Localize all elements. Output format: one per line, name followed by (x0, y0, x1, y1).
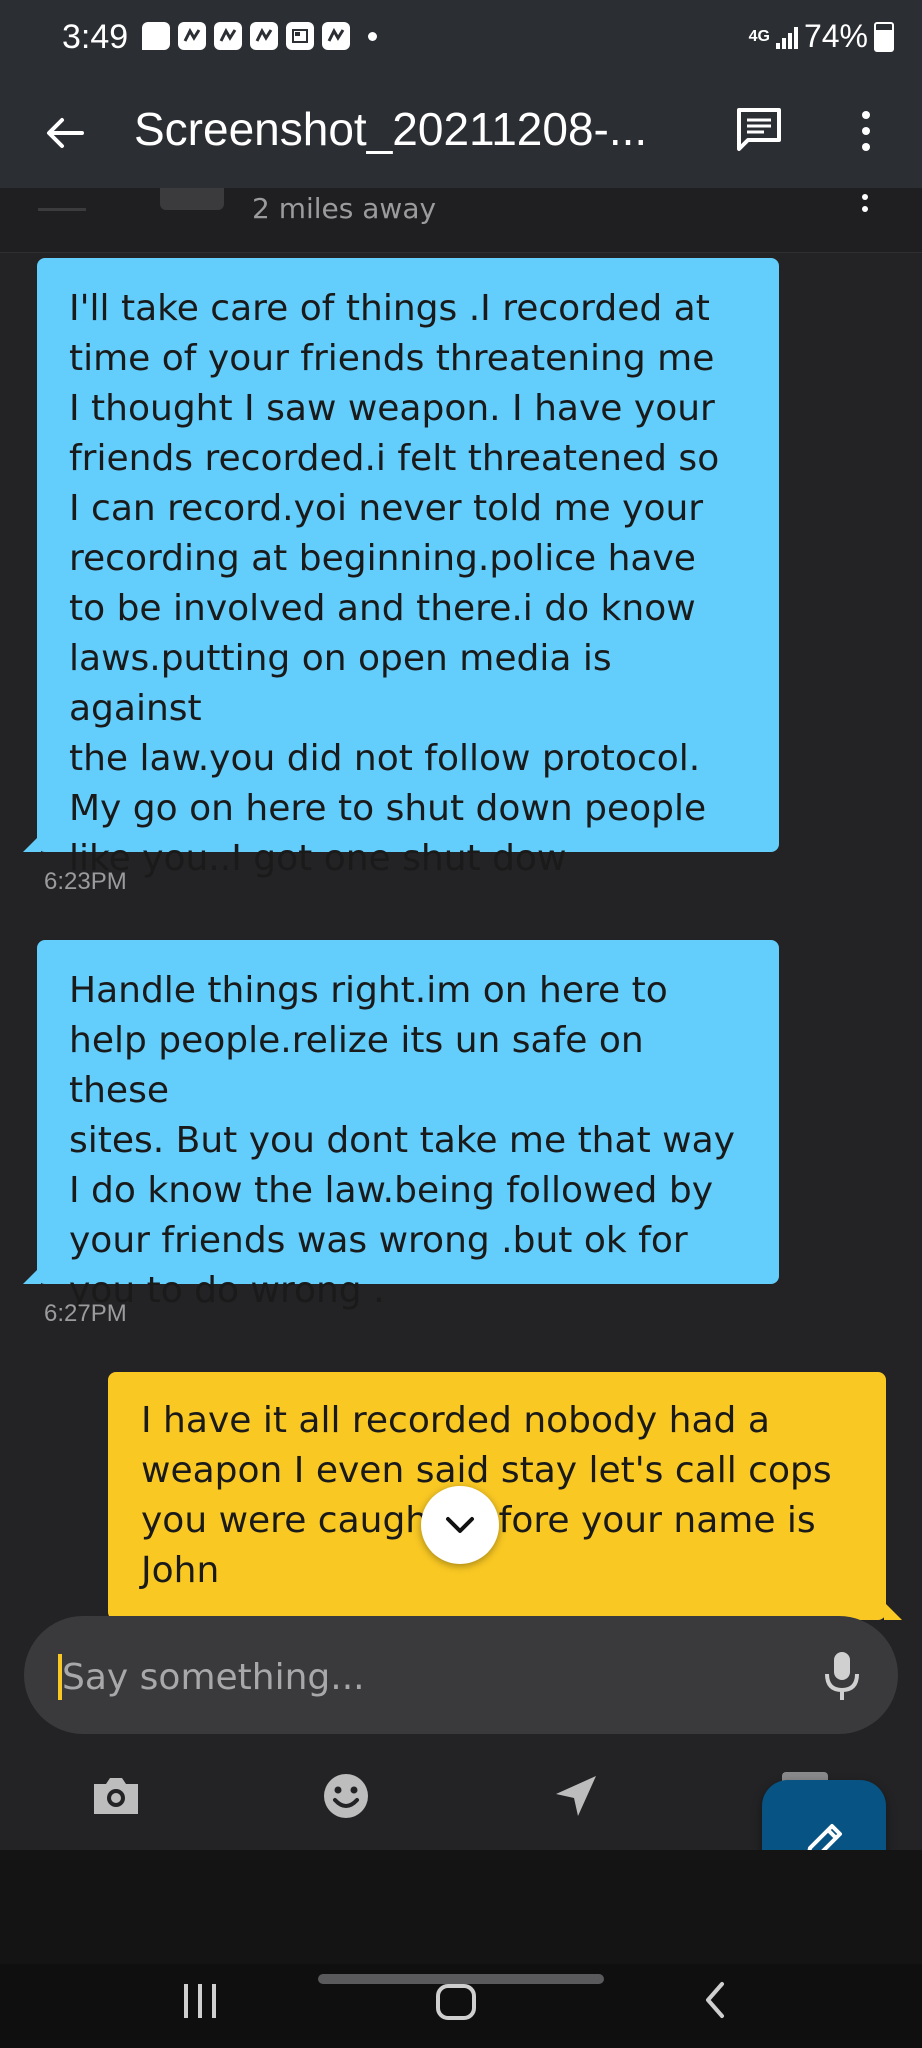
battery-icon (874, 21, 894, 52)
distance-label: 2 miles away (252, 192, 437, 225)
back-nav-icon[interactable] (686, 1974, 746, 2024)
message-input[interactable] (60, 1646, 804, 1708)
status-right: 4G 74% (749, 18, 894, 55)
microphone-icon[interactable] (820, 1648, 864, 1704)
profile-header: 2 miles away (0, 188, 922, 253)
app-bar: Screenshot_20211208-... (0, 78, 922, 188)
more-vert-icon[interactable] (854, 106, 878, 156)
message-timestamp: 6:27PM (44, 1300, 127, 1327)
message-timestamp: 6:23PM (44, 868, 127, 895)
app-notification-icon (214, 22, 242, 50)
more-vert-icon (862, 194, 868, 212)
status-time: 3:49 (62, 18, 129, 56)
emoji-icon[interactable] (318, 1768, 374, 1824)
incoming-message[interactable]: Handle things right.im on here to help p… (37, 940, 779, 1311)
more-notifications-dot-icon (368, 31, 377, 41)
message-text: I'll take care of things .I recorded at … (69, 288, 720, 879)
battery-percent: 74% (803, 18, 868, 54)
message-text: I have it all recorded nobody had a weap… (141, 1400, 832, 1591)
status-bar: 3:49 4G 74% (0, 0, 922, 78)
page-title: Screenshot_20211208-... (134, 103, 648, 155)
bubble-tail (23, 834, 41, 852)
chevron-down-icon (446, 1517, 474, 1533)
scroll-to-bottom-button[interactable] (421, 1486, 499, 1564)
bubble-tail (884, 1602, 902, 1620)
signal-icon (775, 25, 798, 49)
incoming-message[interactable]: I'll take care of things .I recorded at … (37, 258, 779, 879)
message-text: Handle things right.im on here to help p… (69, 970, 735, 1311)
network-type: 4G (748, 27, 770, 45)
arrow-left-icon[interactable] (40, 108, 90, 158)
home-icon[interactable] (426, 1974, 486, 2024)
app-notification-icon (250, 22, 278, 50)
app-notification-icon (322, 22, 350, 50)
news-notification-icon (286, 22, 314, 50)
message-composer (24, 1616, 898, 1734)
text-caret (58, 1654, 62, 1700)
avatar (160, 188, 224, 210)
camera-icon[interactable] (88, 1768, 144, 1824)
notification-icons (142, 22, 377, 50)
chat-bubble-icon[interactable] (734, 104, 784, 154)
bubble-tail (23, 1266, 41, 1284)
app-notification-icon (178, 22, 206, 50)
arrow-left-icon (38, 184, 86, 211)
send-location-icon[interactable] (548, 1768, 604, 1824)
outgoing-message[interactable]: I have it all recorded nobody had a weap… (108, 1372, 886, 1620)
message-notification-icon (142, 22, 170, 50)
recent-apps-icon[interactable] (170, 1974, 230, 2024)
